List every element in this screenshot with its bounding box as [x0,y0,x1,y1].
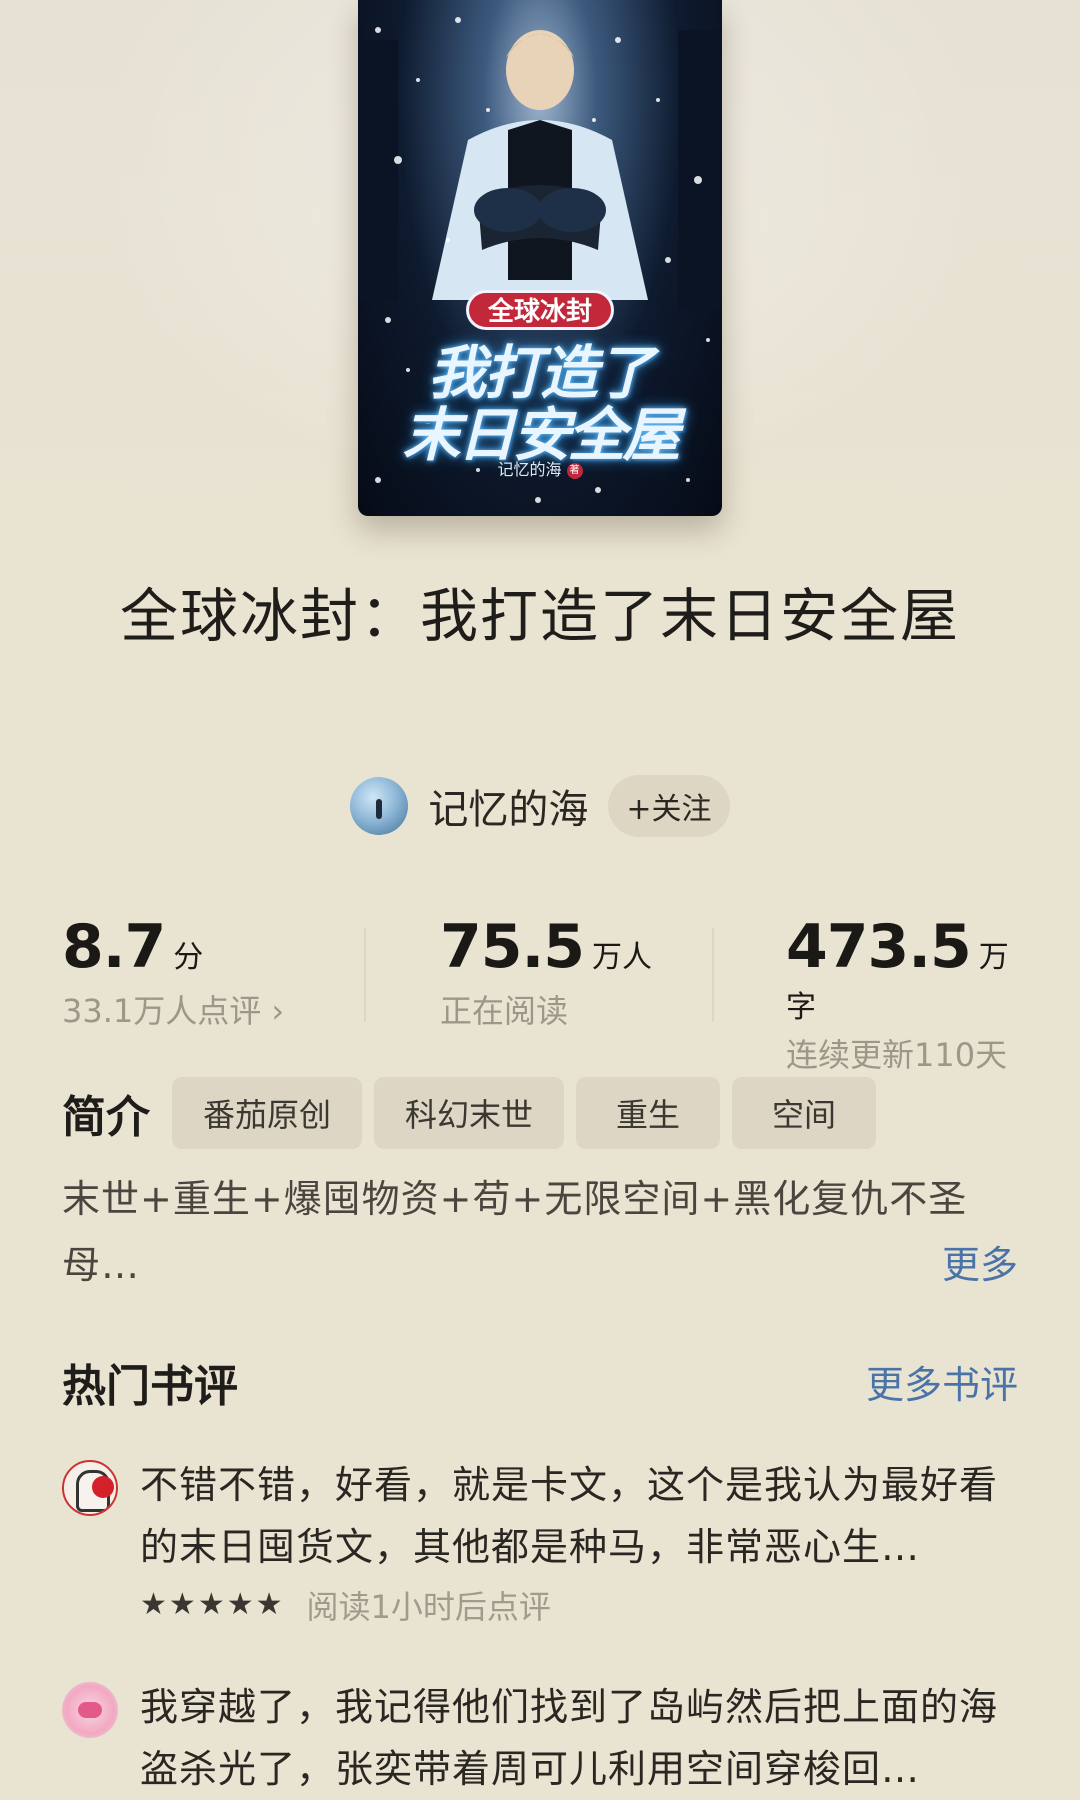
update-days-label: 连续更新110天 [786,1036,1008,1074]
rating-value: 8.7 [62,912,166,982]
intro-label: 简介 [62,1092,150,1143]
tag-chip[interactable]: 重生 [576,1077,720,1149]
book-stats: 8.7 分 33.1万人点评 › 75.5 万人 正在阅读 473.5 万字 连续更新… [62,912,1020,1074]
stats-divider [712,928,714,1022]
readers-unit: 万人 [592,940,653,975]
cover-author: 记忆的海 著 [358,456,722,480]
star-icon: ★ [140,1587,167,1622]
stat-readers: 75.5 万人 正在阅读 [440,912,652,1032]
tag-chip[interactable]: 科幻末世 [374,1077,564,1149]
book-cover-image[interactable]: 全球冰封 我打造了 末日安全屋 记忆的海 著 [358,0,722,516]
stat-words: 473.5 万字 连续更新110天 [786,912,1020,1076]
readers-value: 75.5 [440,912,585,982]
author-row: 记忆的海 +关注 [0,774,1080,838]
intro-header: 简介 番茄原创 科幻末世 重生 空间 [62,1076,888,1150]
star-icon: ★ [255,1587,283,1622]
stat-rating[interactable]: 8.7 分 33.1万人点评 › [62,912,284,1032]
review-stars: ★ ★ ★ ★ ★ [140,1588,285,1622]
author-avatar[interactable] [350,777,409,835]
reviewer-avatar[interactable] [62,1460,118,1516]
review-meta: ★ ★ ★ ★ ★ 阅读1小时后点评 [140,1582,551,1628]
more-reviews-link[interactable]: 更多书评 [866,1354,1018,1409]
star-icon: ★ [168,1587,196,1622]
cover-series-badge: 全球冰封 [466,290,614,330]
reviewer-avatar[interactable] [62,1682,118,1738]
author-name[interactable]: 记忆的海 [428,777,588,835]
follow-button[interactable]: +关注 [608,775,730,837]
reviews-header: 热门书评 更多书评 [62,1350,1018,1414]
intro-text[interactable]: 末世+重生+爆囤物资+苟+无限空间+黑化复仇不圣母… [62,1166,1022,1298]
review-item[interactable]: 不错不错，好看，就是卡文，这个是我认为最好看的末日囤货文，其他都是种马，非常恶心… [62,1454,1018,1634]
tag-chip[interactable]: 空间 [732,1077,876,1149]
readers-label: 正在阅读 [440,992,569,1030]
review-note: 阅读1小时后点评 [306,1588,551,1626]
review-text: 不错不错，好看，就是卡文，这个是我认为最好看的末日囤货文，其他都是种马，非常恶心… [140,1463,999,1569]
review-item[interactable]: 我穿越了，我记得他们找到了岛屿然后把上面的海盗杀光了，张奕带着周可儿利用空间穿梭… [62,1676,1018,1800]
intro-more-link[interactable]: 更多 [942,1232,1018,1298]
author-seal-icon: 著 [566,462,583,479]
book-title: 全球冰封：我打造了末日安全屋 [119,582,960,650]
cover-author-name: 记忆的海 [497,460,562,479]
words-value: 473.5 [786,912,972,982]
review-text: 我穿越了，我记得他们找到了岛屿然后把上面的海盗杀光了，张奕带着周可儿利用空间穿梭… [140,1685,999,1791]
reviews-title: 热门书评 [62,1361,238,1412]
star-icon: ★ [197,1587,225,1622]
tag-chip[interactable]: 番茄原创 [172,1077,362,1149]
rating-count-link[interactable]: 33.1万人点评 › [62,986,284,1032]
star-icon: ★ [226,1587,254,1622]
rating-unit: 分 [173,940,204,975]
stats-divider [364,928,366,1022]
